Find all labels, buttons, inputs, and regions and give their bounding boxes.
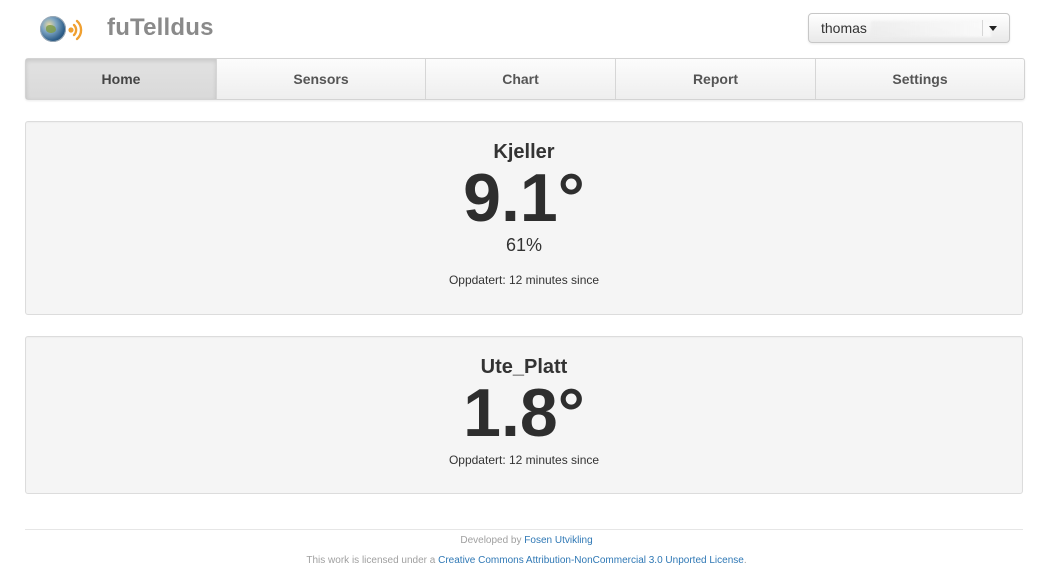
user-name: thomas <box>821 20 867 36</box>
caret-down-icon <box>989 26 997 31</box>
footer-developed-prefix: Developed by <box>460 535 525 546</box>
tab-home[interactable]: Home <box>26 59 217 99</box>
developer-link[interactable]: Fosen Utvikling <box>524 535 592 546</box>
main-nav: Home Sensors Chart Report Settings <box>25 58 1025 100</box>
tab-report[interactable]: Report <box>616 59 816 99</box>
user-menu-dropdown[interactable]: thomas <box>808 13 1010 43</box>
footer-developed: Developed by Fosen Utvikling <box>0 535 1053 546</box>
brand-title[interactable]: fuTelldus <box>107 14 214 42</box>
globe-icon <box>40 16 66 42</box>
sensor-temperature: 9.1° <box>463 160 585 236</box>
tab-chart[interactable]: Chart <box>426 59 616 99</box>
license-link[interactable]: Creative Commons Attribution-NonCommerci… <box>438 555 744 566</box>
footer-license-prefix: This work is licensed under a <box>306 555 439 566</box>
header: fuTelldus thomas <box>0 0 1053 58</box>
sensor-humidity: 61% <box>505 235 543 255</box>
app-logo[interactable] <box>40 14 94 44</box>
redacted-user-text <box>871 21 991 37</box>
sensor-card-ute-platt: Ute_Platt 1.8° Oppdatert: 12 minutes sin… <box>25 336 1023 494</box>
footer-license: This work is licensed under a Creative C… <box>0 555 1053 566</box>
footer-license-suffix: . <box>743 555 747 566</box>
sensor-updated: Oppdatert: 12 minutes since <box>448 453 600 467</box>
footer-divider <box>25 529 1023 530</box>
sensor-temperature: 1.8° <box>463 375 585 451</box>
dropdown-divider <box>982 20 983 36</box>
sensor-card-kjeller: Kjeller 9.1° 61% Oppdatert: 12 minutes s… <box>25 121 1023 315</box>
tab-settings[interactable]: Settings <box>816 59 1024 99</box>
rss-waves-icon <box>68 19 83 41</box>
sensor-updated: Oppdatert: 12 minutes since <box>448 273 600 287</box>
tab-sensors[interactable]: Sensors <box>217 59 426 99</box>
